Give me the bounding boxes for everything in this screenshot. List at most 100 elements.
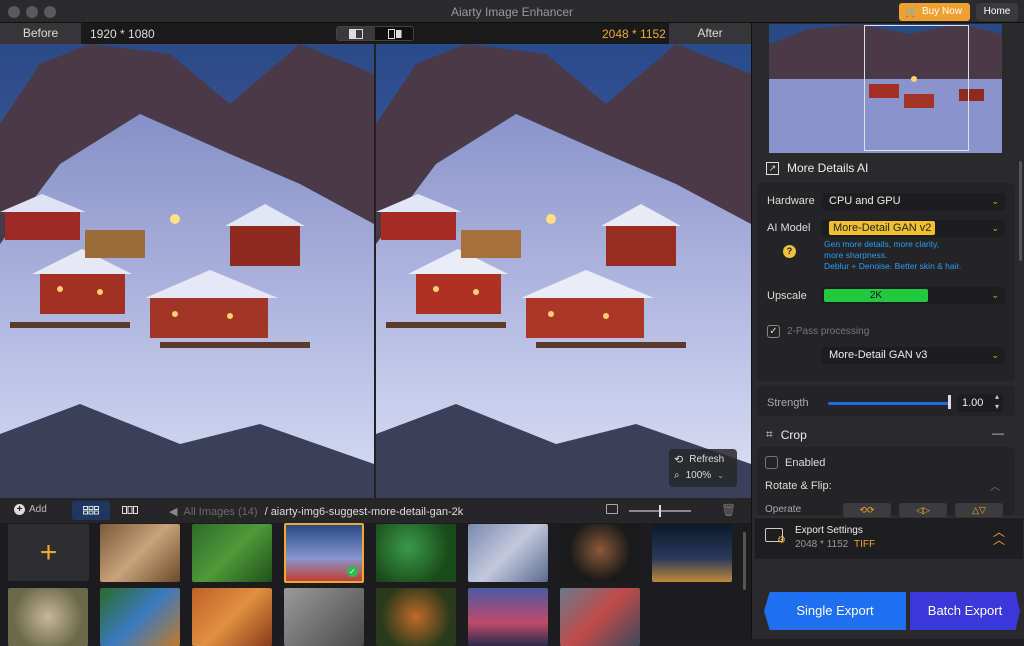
home-button[interactable]: Home [976, 3, 1018, 21]
chevron-up-icon[interactable]: ︿ [990, 478, 1000, 493]
chevron-down-icon: ⌄ [717, 471, 724, 480]
compare-bar: Before 1920 * 1080 2048 * 1152 After [0, 23, 751, 44]
after-resolution: 2048 * 1152 [602, 27, 666, 41]
grid-view-icon [83, 506, 99, 515]
zoom-control: ⟲ Refresh ⌕ 100% ⌄ [669, 449, 737, 487]
thumbnail-selected[interactable]: ✓ [284, 523, 364, 583]
add-images-button[interactable]: + Add [14, 504, 47, 515]
rotate-flip-label: Rotate & Flip: [765, 480, 832, 492]
flip-horizontal-icon: ◁▷ [916, 505, 930, 515]
thumbnail[interactable] [376, 524, 456, 582]
thumbnail[interactable] [560, 588, 640, 646]
ai-model-value: More-Detail GAN v2 [829, 221, 936, 235]
upscale-fill: 2K [824, 289, 928, 302]
thumbnail[interactable] [560, 524, 640, 582]
operate-label: Operate [765, 504, 802, 515]
thumbnail[interactable] [100, 524, 180, 582]
model-hint-2: more sharpness. [824, 250, 888, 260]
double-chevron-up-icon[interactable]: ︿ ︿ [993, 526, 1005, 546]
export-settings-title: Export Settings [795, 525, 863, 536]
two-pass-model-value: More-Detail GAN v3 [829, 349, 928, 361]
thumbnail[interactable] [652, 524, 732, 582]
strength-stepper[interactable]: 1.00 ▴ ▾ [958, 392, 1003, 412]
rotate-button[interactable]: ⟲⟳ [843, 503, 891, 517]
export-format-info: 2048 * 1152 TIFF [795, 539, 875, 550]
back-arrow-icon[interactable]: ◀ [169, 506, 177, 518]
two-pass-label: 2-Pass processing [787, 326, 870, 337]
side-by-side-view-button[interactable] [376, 27, 414, 40]
strength-slider-knob[interactable] [948, 395, 951, 409]
ai-model-select[interactable]: More-Detail GAN v2 ⌄ [822, 220, 1005, 237]
crop-icon: ⌗ [766, 427, 773, 441]
two-pass-model-select[interactable]: More-Detail GAN v3 ⌄ [822, 347, 1005, 364]
thumbnail[interactable] [192, 588, 272, 646]
thumbnail[interactable] [100, 588, 180, 646]
strength-slider[interactable] [828, 402, 950, 405]
settings-panel: ↗ More Details AI Hardware CPU and GPU ⌄… [751, 23, 1024, 639]
export-resolution: 2048 * 1152 [795, 539, 849, 550]
upscale-label: Upscale [767, 290, 807, 302]
gear-icon: ⚙ [777, 535, 786, 546]
thumbnail[interactable] [192, 524, 272, 582]
crop-header[interactable]: ⌗ Crop [766, 427, 807, 442]
crop-enabled-label: Enabled [785, 456, 826, 469]
upscale-select[interactable]: 2K ⌄ [822, 287, 1005, 304]
collapse-icon[interactable]: — [992, 426, 1004, 440]
breadcrumb-root[interactable]: All Images (14) [184, 506, 258, 518]
flip-horizontal-button[interactable]: ◁▷ [899, 503, 947, 517]
image-size-icon [606, 504, 618, 514]
thumbnail[interactable] [284, 588, 364, 646]
export-settings-bar[interactable]: ⚙ Export Settings 2048 * 1152 TIFF ︿ ︿ [755, 517, 1023, 559]
thumbnail-toolbar: + Add ◀ All Images (14) / aiarty-img6-sug… [0, 498, 751, 523]
thumbnail-size-knob[interactable] [659, 505, 661, 517]
grid-view-button[interactable] [72, 501, 110, 520]
strength-value: 1.00 [962, 397, 984, 409]
buy-now-button[interactable]: 🛒 Buy Now [899, 3, 970, 21]
hardware-label: Hardware [767, 195, 815, 207]
flip-vertical-button[interactable]: △▽ [955, 503, 1003, 517]
after-image[interactable] [376, 44, 751, 498]
chevron-down-icon: ⌄ [991, 290, 999, 300]
two-pass-checkbox[interactable]: ✓ 2-Pass processing [767, 325, 869, 338]
crop-enabled-checkbox[interactable]: Enabled [765, 456, 825, 469]
refresh-button[interactable]: ⟲ Refresh [674, 453, 724, 466]
refresh-label: Refresh [689, 454, 725, 465]
hardware-select[interactable]: CPU and GPU ⌄ [822, 193, 1005, 210]
expand-arrow-icon: ↗ [766, 161, 779, 175]
thumbnail-scrollbar[interactable] [743, 532, 746, 590]
filmstrip-view-button[interactable] [111, 501, 149, 520]
split-view-icon [349, 28, 363, 39]
side-by-side-icon [388, 28, 402, 39]
after-tab[interactable]: After [669, 23, 751, 44]
zoom-level-value: 100% [685, 470, 712, 481]
view-mode-toggle [336, 26, 414, 41]
stepper-arrows-icon[interactable]: ▴ ▾ [995, 392, 999, 412]
help-icon[interactable]: ? [783, 245, 796, 258]
strength-label: Strength [767, 397, 809, 409]
split-view-button[interactable] [337, 27, 375, 40]
thumbnail[interactable] [468, 588, 548, 646]
filmstrip-view-icon [122, 506, 138, 514]
ai-model-label: AI Model [767, 222, 811, 234]
thumbnail[interactable] [376, 588, 456, 646]
add-image-tile[interactable]: + [8, 524, 89, 581]
flip-vertical-icon: △▽ [972, 505, 986, 515]
thumbnail[interactable] [468, 524, 548, 582]
chevron-down-icon: ⌄ [991, 223, 999, 233]
navigator-preview[interactable] [769, 24, 1002, 153]
batch-export-button[interactable]: Batch Export [910, 592, 1020, 630]
thumbnail[interactable] [8, 588, 88, 646]
zoom-level-select[interactable]: ⌕ 100% ⌄ [674, 470, 724, 481]
export-format: TIFF [853, 539, 876, 550]
trash-icon[interactable]: 🗑 [721, 503, 736, 517]
checkbox-icon [765, 456, 778, 469]
breadcrumb: ◀ All Images (14) / aiarty-img6-suggest-… [169, 505, 463, 518]
thumbnail-size-slider[interactable] [629, 505, 691, 517]
before-image[interactable] [0, 44, 374, 498]
navigator-viewport[interactable] [864, 25, 969, 151]
single-export-button[interactable]: Single Export [764, 592, 906, 630]
section-title: More Details AI [787, 161, 869, 175]
before-resolution: 1920 * 1080 [90, 27, 155, 41]
panel-scrollbar[interactable] [1019, 161, 1022, 261]
before-tab[interactable]: Before [0, 23, 81, 44]
